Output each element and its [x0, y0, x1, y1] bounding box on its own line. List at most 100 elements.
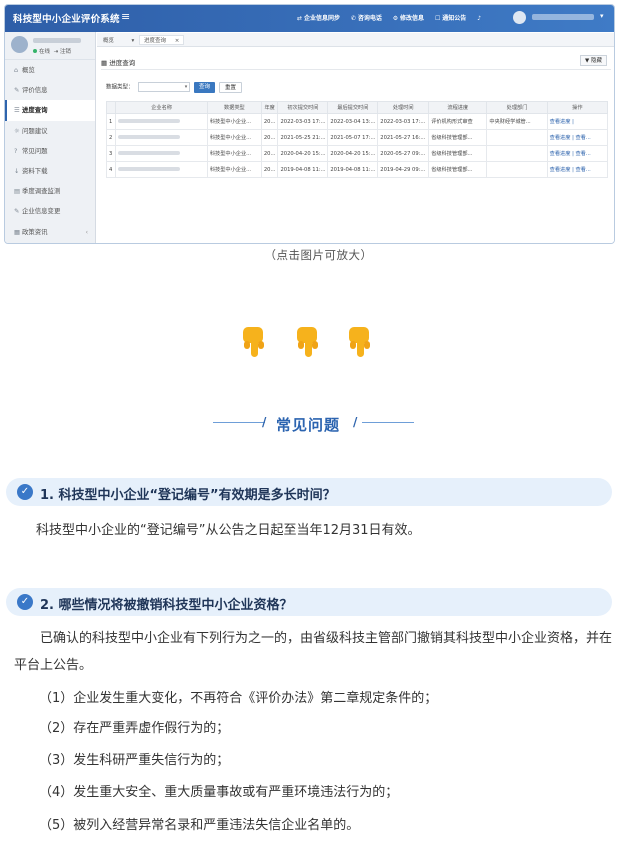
- table-row: 4 科技型中小企业... 20... 2019-04-08 11:... 2019-…: [105, 161, 609, 178]
- company-redacted: [118, 135, 181, 139]
- online-dot-icon: [33, 49, 37, 53]
- pointing-down-icon: [349, 327, 370, 357]
- list-item: （2）存在严重弄虚作假行为的；: [39, 721, 230, 736]
- col-handled: 处理时间: [377, 101, 430, 114]
- sidebar: 在线 ⇥ 注销 ⌂ 概览 ✎ 评价信息 ☰ 进度查询 ☼ 问题建议 ? 常见问题 ↓ 资料下…: [5, 32, 96, 243]
- hide-button[interactable]: ▼ 隐藏: [580, 55, 607, 66]
- table-row: 3 科技型中小企业... 20... 2020-04-20 15:... 2020-…: [105, 145, 609, 162]
- pointing-down-icon: [297, 327, 318, 357]
- hamburger-icon[interactable]: ≡: [121, 10, 130, 23]
- filter-label: 数据类型：: [106, 84, 134, 91]
- avatar: [11, 36, 28, 53]
- nav-sync[interactable]: ⇄ 企业信息同步: [297, 15, 340, 22]
- image-caption: （点击图片可放大）: [264, 248, 373, 262]
- sidebar-item-evaluation[interactable]: ✎ 评价信息: [5, 80, 95, 100]
- top-nav: ⇄ 企业信息同步 ✆ 咨询电话 ⚙ 修改信息 ☐ 通知公告 ♪: [297, 13, 490, 22]
- main-content: ▦ 进度查询 ▼ 隐藏 数据类型： ▾ 查询 重置 企业名称 数据类型 年度 初…: [97, 47, 614, 243]
- col-action: 操作: [546, 101, 609, 114]
- nav-phone[interactable]: ✆ 咨询电话: [351, 15, 382, 22]
- filter-row: 数据类型： ▾: [106, 82, 191, 92]
- nav-notice[interactable]: ☐ 通知公告: [435, 15, 466, 22]
- divider: [362, 422, 414, 423]
- home-icon: ⌂: [14, 66, 19, 74]
- table-header: 企业名称 数据类型 年度 初次提交时间 最后提交时间 处理时间 流程进度 处理部…: [105, 101, 609, 114]
- sidebar-item-progress[interactable]: ☰ 进度查询: [5, 100, 95, 121]
- view-progress-link[interactable]: 查看进度 | 查看...: [546, 145, 609, 162]
- user-name-redacted: [532, 14, 594, 20]
- answer-text: 科技型中小企业的“登记编号”从公告之日起至当年12月31日有效。: [36, 523, 421, 538]
- logout-link[interactable]: 注销: [60, 49, 71, 55]
- progress-table: 企业名称 数据类型 年度 初次提交时间 最后提交时间 处理时间 流程进度 处理部…: [105, 101, 609, 178]
- view-progress-link[interactable]: 查看进度 | 查看...: [546, 161, 609, 178]
- profile: 在线 ⇥ 注销: [5, 32, 95, 60]
- col-year: 年度: [260, 101, 279, 114]
- question-bar: ✓ 1. 科技型中小企业“登记编号”有效期是多长时间？: [6, 478, 612, 506]
- nav-settings[interactable]: ⚙ 修改信息: [393, 15, 424, 22]
- tab-overview[interactable]: 概览 ▾: [103, 36, 134, 44]
- faq-heading: / 常见问题 /: [0, 413, 637, 434]
- col-last-submit: 最后提交时间: [327, 101, 379, 114]
- tab-bar: 概览 ▾ 进度查询 ×: [97, 33, 614, 47]
- lightbulb-icon: ☼: [14, 126, 20, 135]
- sidebar-item-suggestions[interactable]: ☼ 问题建议: [5, 121, 95, 141]
- view-progress-link[interactable]: 查看进度 |: [546, 113, 609, 130]
- panel-title: 进度查询: [109, 59, 136, 67]
- top-bar: 科技型中小企业评价系统 ≡ ⇄ 企业信息同步 ✆ 咨询电话 ⚙ 修改信息 ☐ 通…: [5, 5, 614, 32]
- col-data-type: 数据类型: [206, 101, 262, 114]
- slash-decoration: /: [262, 415, 267, 429]
- close-icon: ×: [174, 38, 180, 44]
- filter-icon: ▼: [585, 58, 590, 64]
- chevron-down-icon: ▾: [184, 84, 188, 90]
- answer-intro: 已确认的科技型中小企业有下列行为之一的，由省级科技主管部门撤销其科技型中小企业资…: [14, 631, 613, 673]
- faq-title: 常见问题: [276, 416, 341, 434]
- news-icon: ▦: [14, 227, 21, 236]
- company-redacted: [118, 119, 181, 123]
- system-screenshot[interactable]: 科技型中小企业评价系统 ≡ ⇄ 企业信息同步 ✆ 咨询电话 ⚙ 修改信息 ☐ 通…: [4, 4, 615, 244]
- download-icon: ↓: [14, 166, 20, 175]
- question-text: 1. 科技型中小企业“登记编号”有效期是多长时间？: [40, 488, 336, 503]
- survey-icon: ▤: [14, 187, 21, 196]
- reset-button[interactable]: 重置: [219, 82, 243, 93]
- edit-icon: ✎: [14, 86, 20, 95]
- question-text: 2. 哪些情况将被撤销科技型中小企业资格？: [40, 598, 293, 613]
- check-icon: ✓: [17, 594, 33, 610]
- sidebar-item-faq[interactable]: ? 常见问题: [5, 141, 95, 161]
- sidebar-item-policy[interactable]: ▦ 政策资讯 ‹: [5, 222, 95, 242]
- list-item: （5）被列入经营异常名录和严重违法失信企业名单的。: [39, 818, 360, 833]
- profile-status: 在线 ⇥ 注销: [33, 47, 71, 55]
- pointing-hands: [233, 325, 383, 365]
- table-row: 2 科技型中小企业... 20... 2021-05-25 21:... 2021-…: [105, 129, 609, 146]
- panel-header: ▦ 进度查询: [101, 57, 611, 70]
- help-icon: ?: [14, 146, 18, 155]
- avatar[interactable]: [513, 11, 526, 24]
- sidebar-item-change[interactable]: ✎ 企业信息变更: [5, 201, 95, 221]
- divider: [213, 422, 265, 423]
- list-item: （4）发生重大安全、重大质量事故或有严重环境违法行为的；: [39, 785, 399, 800]
- list-item: （1）企业发生重大变化，不再符合《评价办法》第二章规定条件的；: [39, 691, 438, 706]
- profile-name-redacted: [33, 38, 81, 43]
- table-icon: ▦: [101, 59, 108, 67]
- list-item: （3）发生科研严重失信行为的；: [39, 753, 230, 768]
- sidebar-item-downloads[interactable]: ↓ 资料下载: [5, 161, 95, 181]
- col-company: 企业名称: [115, 101, 208, 114]
- sidebar-item-survey[interactable]: ▤ 季度调查监测: [5, 181, 95, 201]
- edit-icon: ✎: [14, 207, 20, 216]
- bell-icon[interactable]: ♪: [477, 15, 481, 22]
- pointing-down-icon: [243, 327, 264, 357]
- check-icon: ✓: [17, 484, 33, 500]
- col-dept: 处理部门: [486, 101, 548, 114]
- company-redacted: [118, 151, 181, 155]
- list-icon: ☰: [14, 106, 20, 115]
- chevron-down-icon[interactable]: ▾: [600, 12, 604, 20]
- slash-decoration: /: [353, 415, 358, 429]
- query-button[interactable]: 查询: [194, 82, 216, 93]
- company-redacted: [118, 167, 181, 171]
- data-type-select[interactable]: ▾: [138, 82, 191, 92]
- sidebar-item-overview[interactable]: ⌂ 概览: [5, 60, 95, 80]
- col-first-submit: 初次提交时间: [277, 101, 329, 114]
- app-title: 科技型中小企业评价系统: [13, 14, 120, 25]
- view-progress-link[interactable]: 查看进度 | 查看...: [546, 129, 609, 146]
- col-process: 流程进度: [428, 101, 488, 114]
- collapse-icon[interactable]: ‹: [85, 222, 88, 242]
- tab-progress[interactable]: 进度查询 ×: [139, 35, 185, 45]
